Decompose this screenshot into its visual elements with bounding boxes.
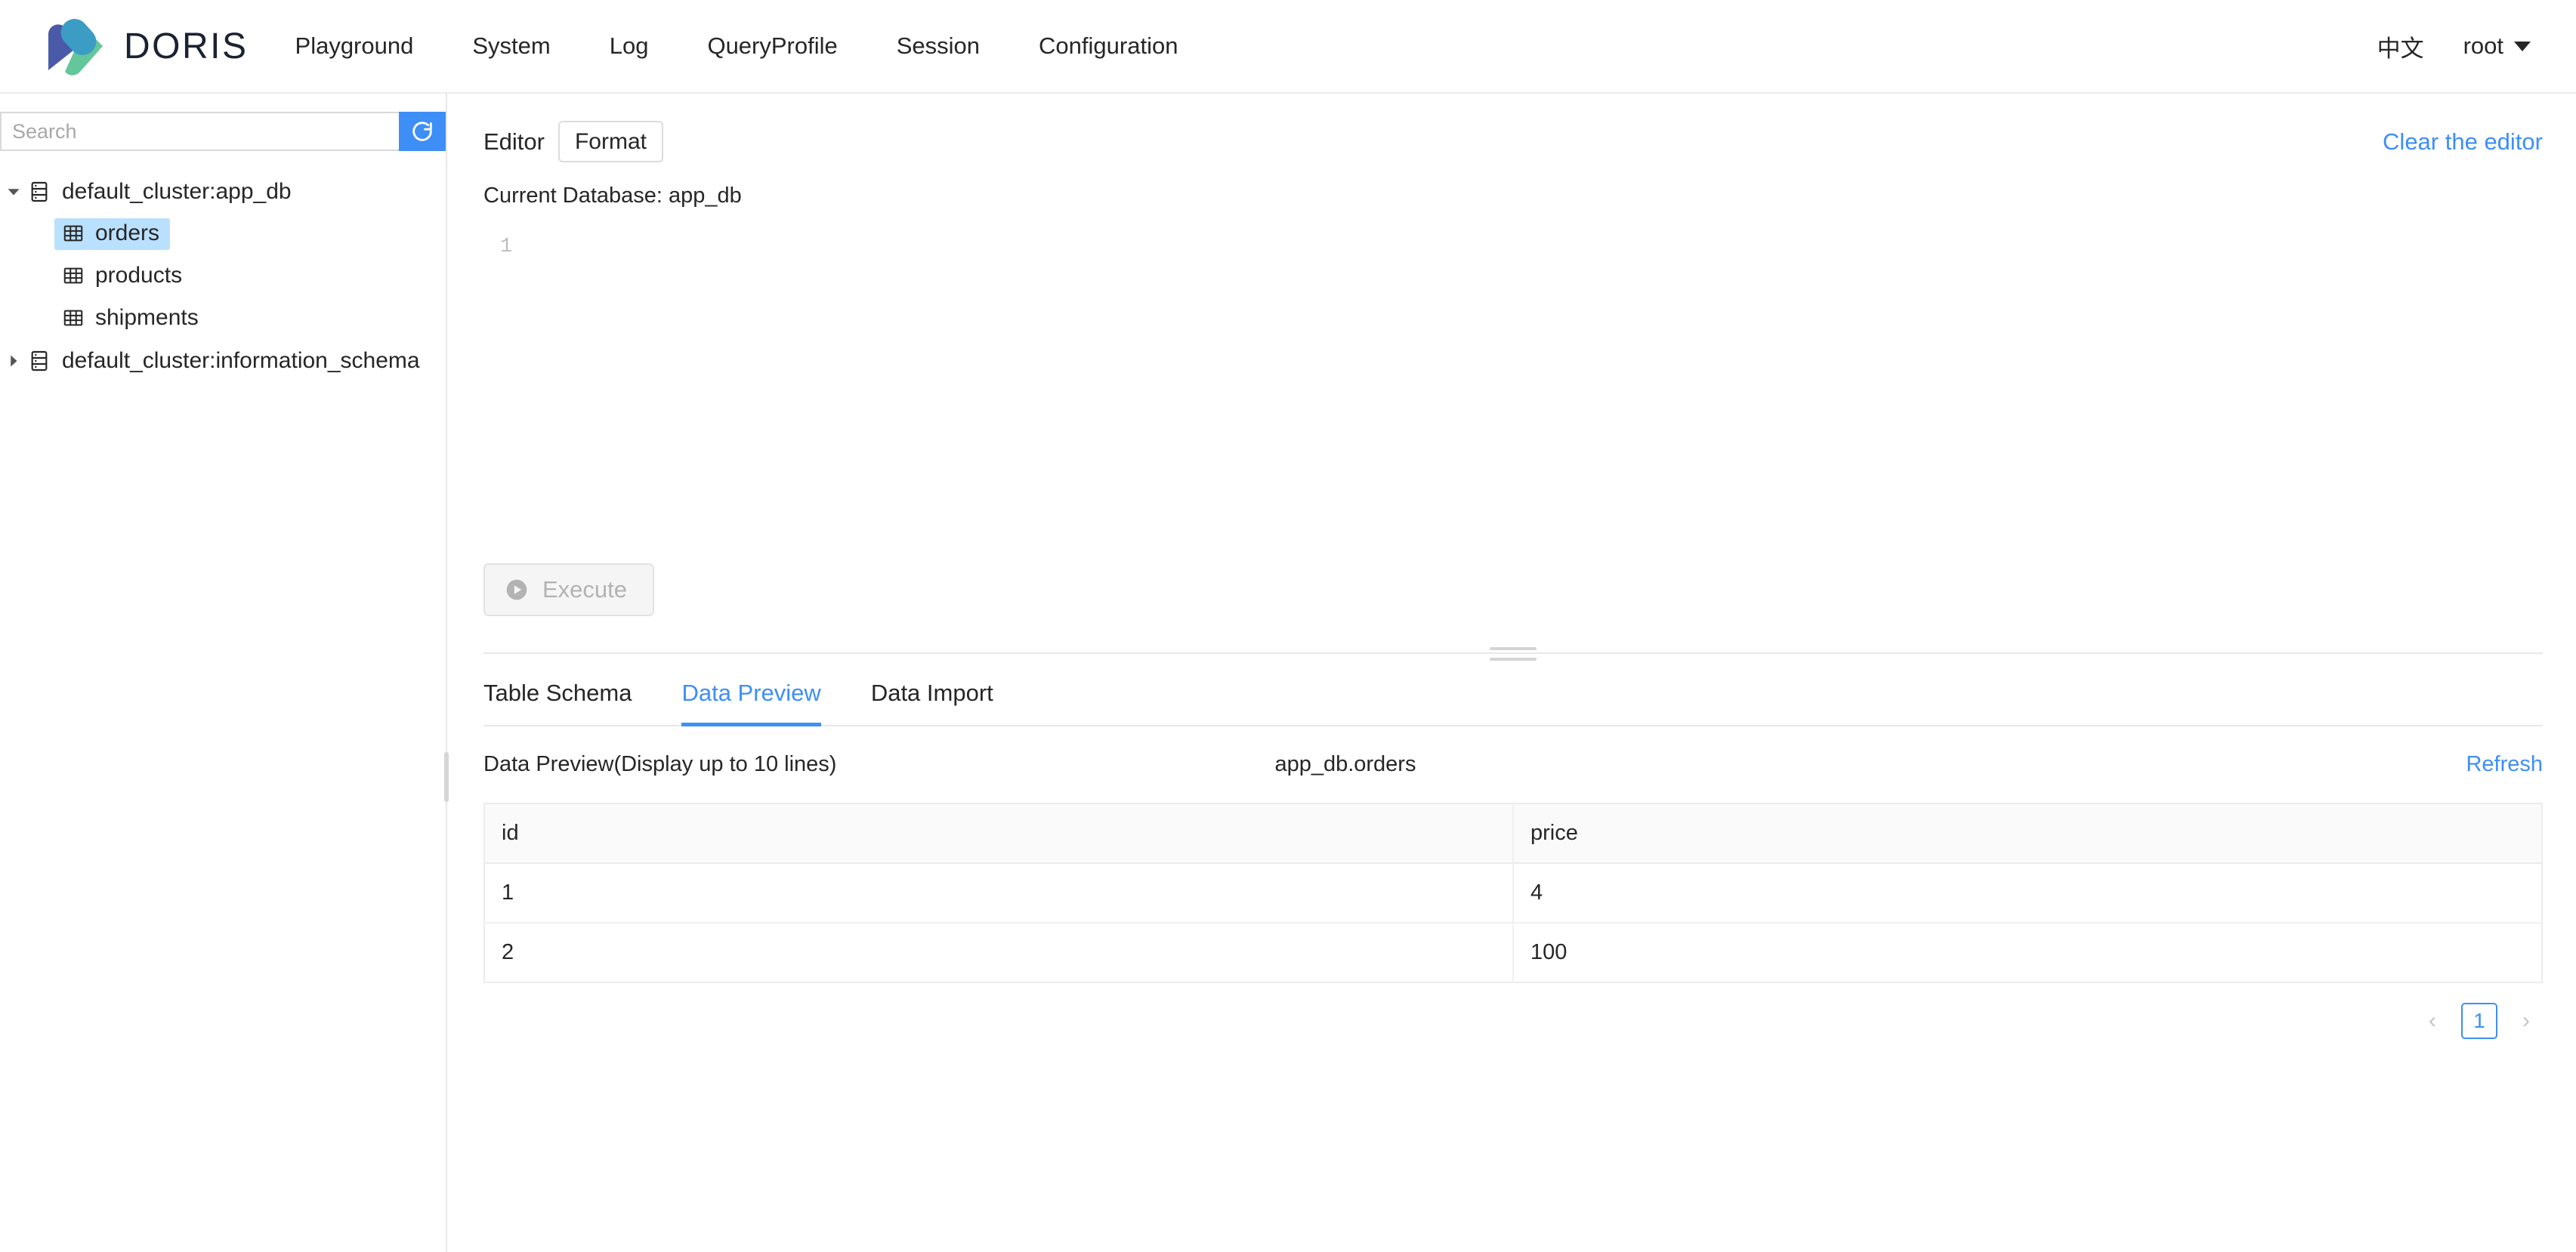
table-body: 1 4 2 100 bbox=[484, 863, 2542, 982]
tree-node-shipments[interactable]: shipments bbox=[0, 298, 446, 340]
database-icon bbox=[27, 180, 51, 204]
chevron-left-icon[interactable]: ‹ bbox=[2416, 1004, 2449, 1038]
tab-data-preview[interactable]: Data Preview bbox=[681, 680, 820, 725]
table-icon bbox=[62, 222, 85, 245]
brand[interactable]: DORIS bbox=[38, 13, 249, 79]
main-content: Editor Format Clear the editor Current D… bbox=[447, 94, 2576, 1252]
sql-editor[interactable]: 1 bbox=[483, 236, 2543, 560]
user-menu[interactable]: root bbox=[2463, 32, 2531, 60]
table-icon bbox=[62, 307, 85, 329]
tree-node-orders-inner[interactable]: orders bbox=[54, 218, 170, 250]
table-head: id price bbox=[484, 803, 2542, 863]
panel-resize-handle[interactable] bbox=[1490, 647, 1537, 661]
app-header: DORIS Playground System Log QueryProfile… bbox=[0, 0, 2576, 94]
tree-node-label: products bbox=[95, 264, 182, 287]
preview-refresh-link[interactable]: Refresh bbox=[2466, 752, 2543, 777]
pagination: ‹ 1 › bbox=[483, 1003, 2543, 1039]
result-tabs: Table Schema Data Preview Data Import bbox=[483, 654, 2543, 726]
cell-price: 4 bbox=[1513, 863, 2542, 923]
search-input[interactable] bbox=[0, 112, 399, 151]
tree-node-information-schema[interactable]: default_cluster:information_schema bbox=[0, 340, 446, 382]
current-database-label: Current Database: app_db bbox=[483, 183, 2543, 208]
table-row: 1 4 bbox=[484, 863, 2542, 923]
cell-price: 100 bbox=[1513, 923, 2542, 982]
preview-header: Data Preview(Display up to 10 lines) app… bbox=[483, 752, 2543, 777]
page-number-1[interactable]: 1 bbox=[2461, 1003, 2497, 1039]
caret-down-icon[interactable] bbox=[0, 185, 27, 199]
chevron-right-icon[interactable]: › bbox=[2510, 1004, 2543, 1038]
execute-row: Execute bbox=[483, 563, 2543, 616]
tree-node-label: default_cluster:app_db bbox=[62, 180, 292, 203]
doris-logo-icon bbox=[38, 13, 107, 79]
preview-table-name: app_db.orders bbox=[1274, 752, 1416, 777]
clear-editor-link[interactable]: Clear the editor bbox=[2383, 128, 2543, 156]
tree-node-products-inner[interactable]: products bbox=[54, 261, 193, 292]
table-icon bbox=[62, 264, 85, 287]
sidebar: default_cluster:app_db orders bbox=[0, 94, 447, 1252]
refresh-icon bbox=[409, 119, 435, 144]
tree-node-orders[interactable]: orders bbox=[0, 213, 446, 255]
nav-item-session[interactable]: Session bbox=[867, 0, 1009, 93]
nav-item-configuration[interactable]: Configuration bbox=[1009, 0, 1207, 93]
tab-data-import[interactable]: Data Import bbox=[871, 680, 993, 725]
play-circle-icon bbox=[505, 578, 529, 602]
cell-id: 1 bbox=[484, 863, 1513, 923]
table-row: 2 100 bbox=[484, 923, 2542, 982]
tab-table-schema[interactable]: Table Schema bbox=[483, 680, 632, 725]
nav-item-log[interactable]: Log bbox=[580, 0, 678, 93]
caret-right-icon[interactable] bbox=[0, 354, 27, 368]
body-wrapper: default_cluster:app_db orders bbox=[0, 94, 2576, 1252]
panel-split-divider bbox=[483, 652, 2543, 654]
nav-item-system[interactable]: System bbox=[443, 0, 579, 93]
database-icon bbox=[27, 349, 51, 373]
tree-node-shipments-inner[interactable]: shipments bbox=[54, 303, 209, 335]
language-toggle[interactable]: 中文 bbox=[2377, 29, 2424, 63]
tree-node-label: shipments bbox=[95, 307, 199, 329]
nav-item-queryprofile[interactable]: QueryProfile bbox=[678, 0, 866, 93]
header-right: 中文 root bbox=[2377, 29, 2531, 63]
execute-button-label: Execute bbox=[542, 576, 627, 603]
user-name: root bbox=[2463, 32, 2503, 60]
tree-node-app-db[interactable]: default_cluster:app_db bbox=[0, 171, 446, 213]
tree-node-products[interactable]: products bbox=[0, 255, 446, 298]
tree-node-label: orders bbox=[95, 222, 159, 245]
main-nav: Playground System Log QueryProfile Sessi… bbox=[295, 0, 1208, 93]
editor-line-number: 1 bbox=[500, 236, 512, 258]
tree-node-label: default_cluster:information_schema bbox=[62, 350, 420, 372]
database-tree: default_cluster:app_db orders bbox=[0, 171, 446, 382]
table-header-row: id price bbox=[484, 803, 2542, 863]
column-header-id[interactable]: id bbox=[484, 803, 1513, 863]
editor-toolbar: Editor Format Clear the editor bbox=[483, 121, 2543, 162]
caret-down-icon bbox=[2514, 42, 2531, 51]
execute-button[interactable]: Execute bbox=[483, 563, 654, 616]
cell-id: 2 bbox=[484, 923, 1513, 982]
data-preview-table: id price 1 4 2 100 bbox=[483, 803, 2543, 983]
brand-name: DORIS bbox=[124, 26, 249, 67]
format-button[interactable]: Format bbox=[558, 121, 663, 162]
preview-title: Data Preview(Display up to 10 lines) bbox=[483, 752, 836, 777]
column-header-price[interactable]: price bbox=[1513, 803, 2542, 863]
sidebar-search-row bbox=[0, 112, 446, 151]
refresh-tree-button[interactable] bbox=[399, 112, 446, 151]
nav-item-playground[interactable]: Playground bbox=[295, 0, 443, 93]
editor-label: Editor bbox=[483, 128, 545, 156]
